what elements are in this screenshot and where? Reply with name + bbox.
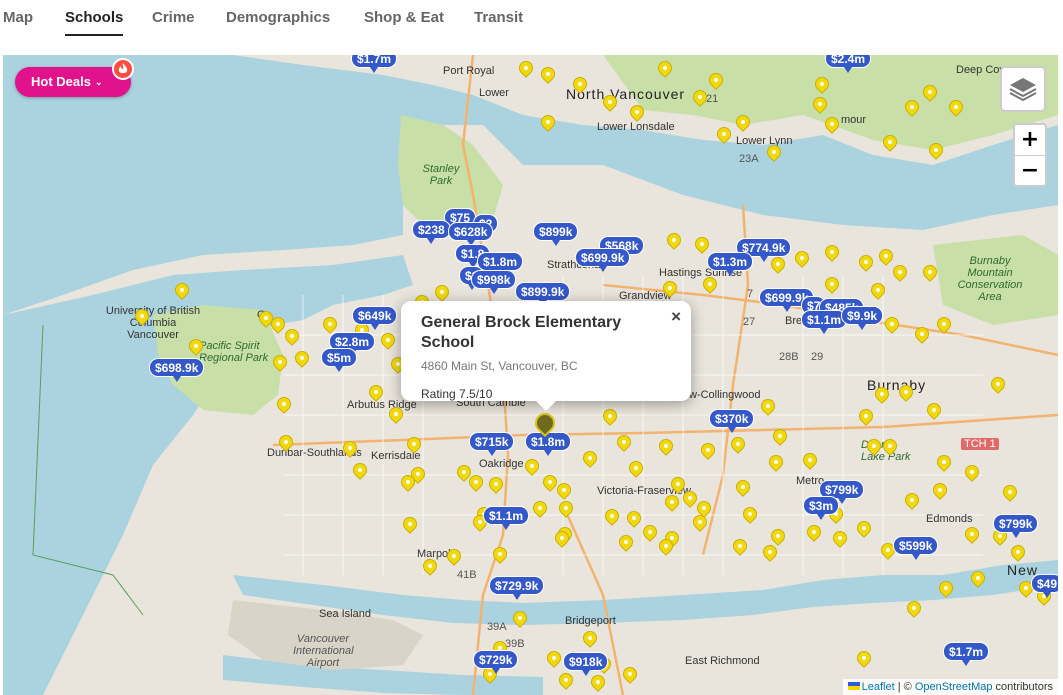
tab-transit[interactable]: Transit bbox=[474, 9, 523, 26]
label-lower-lynn: Lower Lynn bbox=[736, 135, 793, 147]
price-marker[interactable]: $715k bbox=[469, 432, 515, 456]
price-marker[interactable]: $649k bbox=[352, 306, 398, 330]
label-seymour: mour bbox=[841, 114, 867, 126]
price-marker[interactable]: $49 bbox=[1031, 574, 1058, 598]
label-airport: Vancouver International Airport bbox=[293, 633, 354, 669]
label-oakridge: Oakridge bbox=[479, 458, 524, 470]
leaflet-link[interactable]: Leaflet bbox=[862, 681, 895, 693]
label-road-28b: 28B bbox=[779, 351, 799, 363]
label-bridgeport: Bridgeport bbox=[565, 615, 616, 627]
label-sea-island: Sea Island bbox=[319, 608, 371, 620]
price-marker[interactable]: $5m bbox=[321, 348, 358, 372]
price-marker[interactable]: $1.8m bbox=[525, 432, 572, 456]
label-arbutus: Arbutus Ridge bbox=[347, 399, 417, 411]
label-road-29: 29 bbox=[811, 351, 824, 363]
popup-address: 4860 Main St, Vancouver, BC bbox=[421, 359, 578, 373]
map-attribution: Leaflet | © OpenStreetMap contributors bbox=[842, 679, 1058, 695]
label-road-41b: 41B bbox=[457, 569, 477, 581]
price-marker[interactable]: $729.9k bbox=[489, 576, 545, 600]
label-road-27: 27 bbox=[743, 316, 756, 328]
price-marker[interactable]: $628k bbox=[448, 222, 494, 246]
label-road-23a: 23A bbox=[739, 153, 759, 165]
price-marker[interactable]: $370k bbox=[709, 409, 755, 433]
price-marker[interactable]: $599k bbox=[893, 536, 939, 560]
popup-school-name: General Brock Elementary School bbox=[421, 314, 622, 351]
popup-close-button[interactable]: × bbox=[671, 307, 681, 327]
label-road-39b: 39B bbox=[505, 638, 525, 650]
tab-schools[interactable]: Schools bbox=[65, 9, 124, 36]
price-marker[interactable]: $2.4m bbox=[825, 55, 872, 73]
label-east-richmond: East Richmond bbox=[685, 655, 760, 667]
price-marker[interactable]: $899k bbox=[533, 222, 579, 246]
category-tabs: Map Schools Crime Demographics Shop & Ea… bbox=[0, 0, 1063, 50]
price-marker[interactable]: $3m bbox=[803, 496, 840, 520]
zoom-in-button[interactable]: + bbox=[1015, 125, 1045, 155]
price-marker[interactable]: $998k bbox=[471, 270, 517, 294]
label-ubc: University of British Columbia Vancouver bbox=[105, 305, 201, 341]
map-canvas[interactable]: North Vancouver Port Royal Lower Lonsdal… bbox=[3, 55, 1058, 695]
label-edmonds: Edmonds bbox=[926, 513, 973, 525]
price-marker[interactable]: $1.7m bbox=[943, 642, 990, 666]
zoom-out-button[interactable]: − bbox=[1015, 155, 1045, 185]
label-stanley-park: Stanley Park bbox=[422, 163, 460, 187]
price-marker[interactable]: $1.7m bbox=[351, 55, 398, 73]
attribution-separator: | © bbox=[894, 681, 915, 693]
ukraine-flag-icon bbox=[847, 682, 860, 690]
tab-shop-eat[interactable]: Shop & Eat bbox=[364, 9, 444, 26]
label-tch-1: TCH 1 bbox=[961, 438, 999, 450]
label-road-7: 7 bbox=[747, 288, 754, 300]
layers-icon[interactable] bbox=[1000, 66, 1046, 112]
osm-link[interactable]: OpenStreetMap bbox=[915, 681, 993, 693]
price-marker[interactable]: $799k bbox=[993, 514, 1039, 538]
label-road-39a: 39A bbox=[487, 621, 507, 633]
price-marker[interactable]: $1.3m bbox=[707, 252, 754, 276]
school-popup: General Brock Elementary School 4860 Mai… bbox=[401, 301, 691, 411]
price-marker[interactable]: $1.8m bbox=[477, 252, 524, 276]
hot-deals-label: Hot Deals bbox=[31, 74, 91, 89]
label-port-royal: Port Royal bbox=[443, 65, 495, 77]
price-marker[interactable]: $9.9k bbox=[841, 306, 884, 330]
label-brentwood: Bre bbox=[785, 315, 803, 327]
zoom-control: + − bbox=[1013, 123, 1047, 187]
flame-icon bbox=[112, 58, 134, 80]
attribution-tail: contributors bbox=[992, 681, 1053, 693]
tab-crime[interactable]: Crime bbox=[152, 9, 195, 26]
chevron-down-icon: ⌄ bbox=[94, 77, 103, 87]
popup-rating: Rating 7.5/10 bbox=[421, 387, 493, 401]
tab-demographics[interactable]: Demographics bbox=[226, 9, 330, 26]
tab-map[interactable]: Map bbox=[3, 9, 33, 26]
price-marker[interactable]: $729k bbox=[473, 650, 519, 674]
label-road-21: 21 bbox=[706, 93, 719, 105]
label-burnaby-mountain: Burnaby Mountain Conservation Area bbox=[957, 255, 1023, 303]
price-marker[interactable]: $698.9k bbox=[149, 358, 205, 382]
label-pacific-spirit: Pacific Spirit Regional Park bbox=[199, 340, 269, 364]
price-marker[interactable]: $699.9k bbox=[575, 248, 631, 272]
label-renfrew-collingwood: w-Collingwood bbox=[689, 389, 761, 401]
price-marker[interactable]: $1.1m bbox=[483, 506, 530, 530]
price-marker[interactable]: $238 bbox=[412, 220, 451, 244]
price-marker[interactable]: $918k bbox=[563, 652, 609, 676]
label-lower-lonsdale: Lower Lonsdale bbox=[597, 121, 675, 133]
label-lower: Lower bbox=[479, 87, 509, 99]
price-marker[interactable]: $899.9k bbox=[515, 282, 571, 306]
